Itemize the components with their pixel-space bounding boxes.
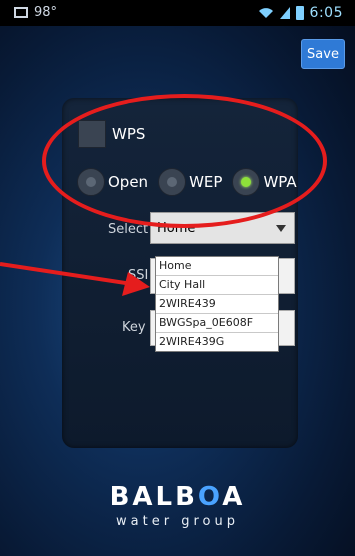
signal-icon	[279, 7, 290, 19]
status-right: 6:05	[258, 5, 343, 21]
clock-time: 6:05	[309, 5, 343, 21]
wifi-icon	[258, 8, 273, 18]
annotation-ellipse	[42, 94, 327, 228]
dropdown-item[interactable]: BWGSpa_0E608F	[156, 314, 278, 333]
annotation-arrow	[0, 262, 150, 296]
logo-tagline: water group	[116, 514, 239, 529]
status-left-text: 98°	[34, 5, 58, 20]
logo-text: BALB	[109, 482, 198, 512]
dropdown-item[interactable]: 2WIRE439	[156, 295, 278, 314]
dropdown-item[interactable]: Home	[156, 257, 278, 276]
balboa-logo: BALBOA	[0, 482, 355, 512]
battery-icon	[295, 6, 304, 20]
dropdown-item[interactable]: 2WIRE439G	[156, 333, 278, 351]
network-dropdown-list: Home City Hall 2WIRE439 BWGSpa_0E608F 2W…	[155, 256, 279, 352]
logo-text-tail: A	[222, 482, 246, 512]
chevron-down-icon	[276, 225, 286, 232]
dropdown-item[interactable]: City Hall	[156, 276, 278, 295]
key-label: Key	[122, 320, 146, 335]
status-left: 98°	[14, 5, 57, 20]
status-bar: 98° 6:05	[0, 0, 355, 26]
phone-screen: 98° 6:05 Save WPS Open WEP WPA Select Ho…	[0, 0, 355, 556]
save-button[interactable]: Save	[301, 39, 345, 69]
logo-o: O	[197, 482, 223, 512]
photo-icon	[14, 7, 28, 18]
